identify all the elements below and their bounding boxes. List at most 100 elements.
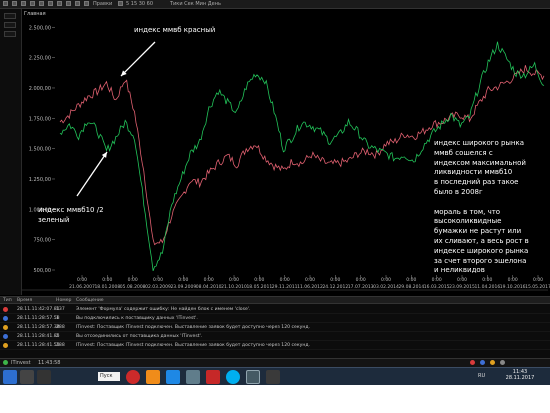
x-tick-date: 08.04.2010 (196, 284, 222, 290)
x-tick-date: 18.05.2011 (246, 284, 272, 290)
x-tick-time: 0:00 (204, 277, 214, 283)
y-tick-label: 500,00 (34, 268, 52, 274)
col-message[interactable]: Сообщение (76, 298, 104, 303)
x-tick-date: 16.03.2015 (424, 284, 450, 290)
app-icon[interactable] (266, 370, 280, 384)
x-tick-date: 29.08.2014 (398, 284, 424, 290)
x-tick-time: 0:00 (280, 277, 290, 283)
debug-icon[interactable] (500, 360, 505, 365)
warning-icon[interactable] (490, 360, 495, 365)
annotation-note: индекс широкого рынка ммвб сошелся с инд… (434, 139, 529, 275)
y-tick-label: 1.250,00 (29, 177, 51, 183)
log-type-icon (3, 316, 8, 321)
x-tick-date: 24.12.2012 (322, 284, 348, 290)
x-tick-date: 29.11.2011 (272, 284, 298, 290)
x-tick-time: 0:00 (381, 277, 391, 283)
search-box[interactable]: Пуск (98, 372, 120, 381)
y-tick-label: 2.000,00 (29, 86, 51, 92)
info-icon[interactable] (480, 360, 485, 365)
log-number: 288 (56, 343, 65, 348)
x-tick-date: 23.09.2015 (449, 284, 475, 290)
x-tick-date: 11.04.2016 (474, 284, 500, 290)
x-tick-time: 0:00 (77, 277, 87, 283)
log-message: Вы подключились к поставщику данных 'ITi… (76, 316, 198, 321)
x-tick-time: 0:00 (508, 277, 518, 283)
explorer-icon[interactable] (20, 370, 34, 384)
error-icon[interactable] (470, 360, 475, 365)
x-tick-date: 21.10.2010 (221, 284, 247, 290)
x-tick-date: 15.05.2017 (525, 284, 550, 290)
log-number: 1 (56, 316, 59, 321)
x-tick-date: 11.06.2012 (297, 284, 323, 290)
x-tick-time: 0:00 (153, 277, 163, 283)
log-message: Элемент 'Формула' содержит ошибку: Не на… (76, 307, 251, 312)
log-time: 28.11.11:28:41.85 (17, 334, 60, 339)
log-message: Вы отсоединились от поставщика данных 'I… (76, 334, 203, 339)
y-tick-label: 750,00 (34, 238, 52, 244)
skype-icon[interactable] (226, 370, 240, 384)
log-message: ITinvest: Поставщик ITinvest подключен. … (76, 343, 311, 348)
log-row[interactable]: 28.11.11:42:07.81 137 Элемент 'Формула' со… (0, 306, 550, 314)
status-clock: 11:43:58 (38, 360, 61, 366)
log-row[interactable]: 28.11.11:28:41.85 2 Вы отсоединились от по… (0, 333, 550, 341)
opera-icon[interactable] (126, 370, 140, 384)
message-log: Тип Время Номер Сообщение 28.11.11:42:07… (0, 296, 550, 358)
log-header: Тип Время Номер Сообщение (0, 297, 550, 304)
y-tick-label: 1.750,00 (29, 116, 51, 122)
page-background (0, 385, 550, 413)
y-tick-label: 2.500,00 (29, 25, 51, 31)
x-tick-time: 0:00 (254, 277, 264, 283)
log-row[interactable]: 28.11.11:28:41.55 288 ITinvest: Поставщик … (0, 342, 550, 350)
x-tick-date: 05.08.2008 (120, 284, 146, 290)
log-time: 28.11.11:28:57.58 (17, 316, 60, 321)
browser-icon[interactable] (186, 370, 200, 384)
log-row[interactable]: 28.11.11:28:57.38 288 ITinvest: Поставщик … (0, 324, 550, 332)
x-tick-date: 03.02.2014 (373, 284, 399, 290)
language-indicator[interactable]: RU (478, 373, 485, 379)
x-tick-time: 0:00 (356, 277, 366, 283)
log-time: 28.11.11:28:57.38 (17, 325, 60, 330)
x-tick-time: 0:00 (330, 277, 340, 283)
x-tick-time: 0:00 (229, 277, 239, 283)
taskbar: Пуск RU 11:43 28.11.2017 (0, 367, 550, 385)
clock-date: 28.11.2017 (505, 375, 535, 381)
firefox-icon[interactable] (146, 370, 160, 384)
provider-name: ITinvest (11, 360, 31, 366)
x-tick-date: 19.10.2016 (500, 284, 526, 290)
x-tick-date: 23.09.2009 (170, 284, 196, 290)
log-type-icon (3, 334, 8, 339)
log-type-icon (3, 325, 8, 330)
log-number: 288 (56, 325, 65, 330)
annotation-red: индекс ммвб красный (134, 26, 216, 34)
clock[interactable]: 11:43 28.11.2017 (498, 369, 542, 381)
x-tick-date: 02.03.2009 (145, 284, 171, 290)
connection-icon (3, 360, 8, 365)
chrome-icon[interactable] (166, 370, 180, 384)
col-time[interactable]: Время (17, 298, 32, 303)
x-tick-time: 0:00 (102, 277, 112, 283)
utility-icon[interactable] (206, 370, 220, 384)
log-message: ITinvest: Поставщик ITinvest подключен. … (76, 325, 311, 330)
x-tick-time: 0:00 (533, 277, 543, 283)
x-tick-time: 0:00 (457, 277, 467, 283)
x-tick-date: 21.06.2007 (69, 284, 95, 290)
log-type-icon (3, 307, 8, 312)
log-time: 28.11.11:42:07.81 (17, 307, 60, 312)
y-tick-label: 1.500,00 (29, 147, 51, 153)
x-tick-time: 0:00 (178, 277, 188, 283)
x-tick-time: 0:00 (128, 277, 138, 283)
annotation-green: индекс ммвб10 /2 зеленый (38, 206, 104, 224)
log-number: 137 (56, 307, 65, 312)
log-row[interactable]: 28.11.11:28:57.58 1 Вы подключились к пост… (0, 315, 550, 323)
terminal-icon[interactable] (246, 370, 260, 384)
x-tick-date: 18.01.2008 (94, 284, 120, 290)
folder-icon[interactable] (37, 370, 51, 384)
start-icon[interactable] (3, 370, 17, 384)
x-tick-date: 17.07.2013 (348, 284, 374, 290)
log-type-icon (3, 343, 8, 348)
col-type[interactable]: Тип (3, 298, 12, 303)
status-bar: ITinvest 11:43:58 (0, 358, 550, 367)
y-tick-label: 2.250,00 (29, 56, 51, 62)
x-tick-time: 0:00 (406, 277, 416, 283)
col-number[interactable]: Номер (56, 298, 71, 303)
